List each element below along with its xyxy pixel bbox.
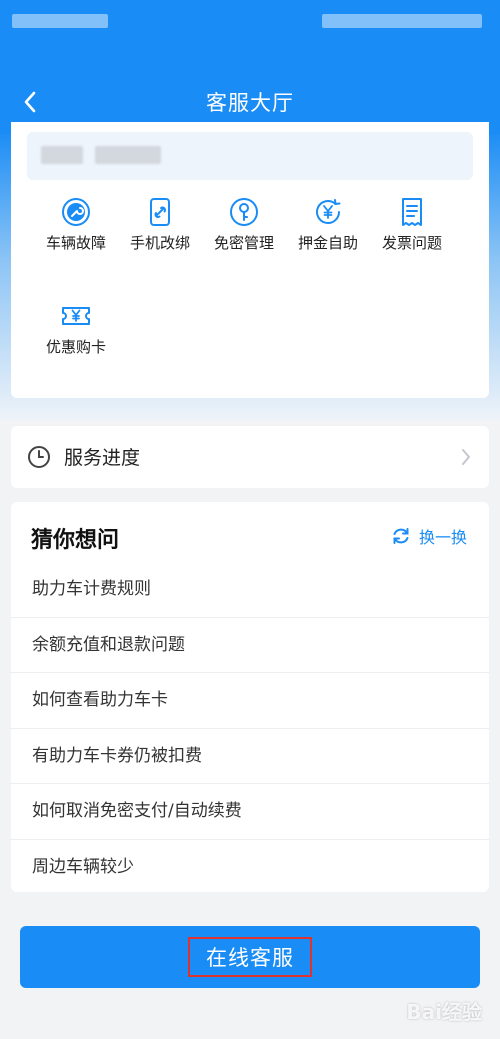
- faq-item[interactable]: 有助力车卡券仍被扣费: [11, 729, 489, 784]
- clock-icon: [28, 446, 50, 468]
- online-service-button[interactable]: 在线客服: [20, 926, 480, 988]
- quick-item-label: 免密管理: [213, 234, 274, 252]
- quick-item-phone-rebind[interactable]: 手机改绑: [118, 196, 202, 253]
- quick-item-label: 车辆故障: [45, 234, 106, 252]
- quick-actions-card: 车辆故障 手机改绑 免密管理 押金自助 发票问题 优惠购卡: [11, 122, 489, 398]
- chevron-right-icon: [462, 449, 470, 465]
- quick-item-deposit[interactable]: 押金自助: [286, 196, 370, 253]
- refresh-icon: [393, 528, 409, 544]
- watermark-logo: Bai经验: [406, 1000, 482, 1024]
- yen-refresh-icon: [316, 199, 341, 224]
- faq-item[interactable]: 如何查看助力车卡: [11, 673, 489, 729]
- quick-item-invoice[interactable]: 发票问题: [370, 196, 454, 253]
- faq-item[interactable]: 余额充值和退款问题: [11, 618, 489, 673]
- online-service-label: 在线客服: [188, 937, 312, 977]
- user-name-blurred: [41, 146, 83, 164]
- faq-item[interactable]: 助力车计费规则: [11, 562, 489, 618]
- faq-title: 猜你想问: [31, 528, 120, 553]
- wrench-icon: [62, 198, 90, 226]
- refresh-button[interactable]: 换一换: [391, 524, 467, 548]
- quick-item-label: 优惠购卡: [45, 338, 106, 356]
- receipt-icon: [402, 198, 422, 226]
- status-bar-left-blurred: [12, 14, 108, 28]
- phone-link-icon: [150, 198, 170, 226]
- faq-card: 猜你想问 换一换 助力车计费规则 余额充值和退款问题 如何查看助力车卡 有助力车…: [11, 502, 489, 892]
- faq-list: 助力车计费规则 余额充值和退款问题 如何查看助力车卡 有助力车卡券仍被扣费 如何…: [11, 562, 489, 895]
- user-info-bar: [27, 132, 473, 180]
- service-progress-label: 服务进度: [64, 447, 141, 469]
- status-bar: [0, 0, 500, 40]
- service-progress-row[interactable]: 服务进度: [11, 426, 489, 488]
- quick-item-discount-card[interactable]: 优惠购卡: [34, 300, 118, 357]
- quick-item-label: 发票问题: [381, 234, 442, 252]
- quick-item-vehicle-fault[interactable]: 车辆故障: [34, 196, 118, 253]
- faq-item[interactable]: 周边车辆较少: [11, 840, 489, 896]
- quick-item-label: 手机改绑: [129, 234, 190, 252]
- refresh-label: 换一换: [418, 528, 467, 547]
- faq-item[interactable]: 如何取消免密支付/自动续费: [11, 784, 489, 840]
- yen-ticket-icon: [62, 307, 90, 325]
- quick-item-password-free[interactable]: 免密管理: [202, 196, 286, 253]
- page-title: 客服大厅: [206, 91, 294, 115]
- status-bar-right-blurred: [322, 14, 482, 28]
- key-circle-icon: [230, 198, 258, 226]
- quick-item-label: 押金自助: [297, 234, 358, 252]
- user-phone-blurred: [95, 146, 161, 164]
